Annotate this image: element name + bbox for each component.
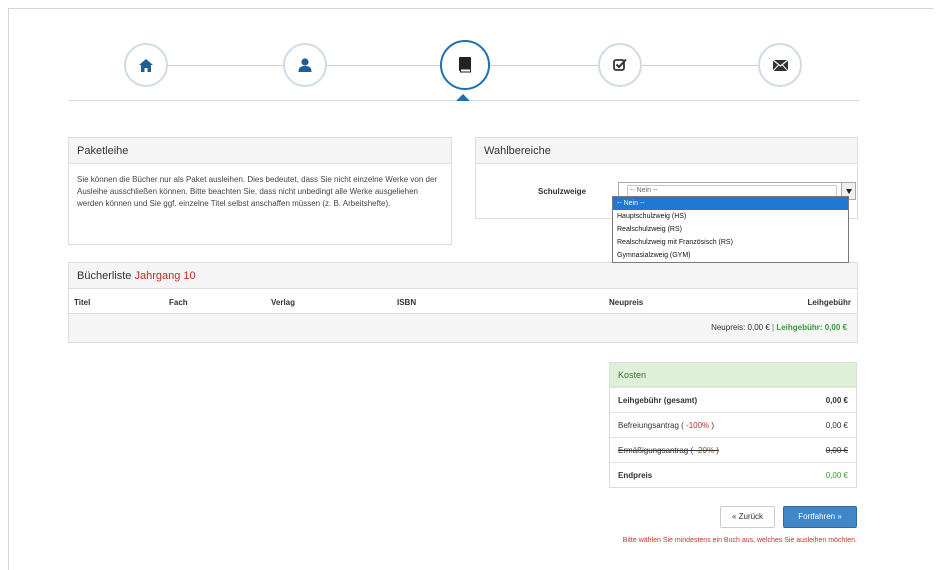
kosten-percent: -20% <box>695 445 715 455</box>
envelope-icon <box>772 59 788 71</box>
summary-leihgebuehr: Leihgebühr: 0,00 € <box>776 323 847 332</box>
summary-separator: | <box>772 323 775 332</box>
kosten-title: Kosten <box>610 363 856 387</box>
buecherliste-title: Bücherliste Jahrgang 10 <box>69 263 857 289</box>
column-neupreis: Neupreis <box>609 298 644 307</box>
buecherliste-label: Bücherliste <box>77 270 132 282</box>
chevron-down-icon <box>845 188 852 194</box>
user-icon <box>298 58 312 72</box>
jahrgang-label: Jahrgang 10 <box>134 270 196 282</box>
dropdown-option[interactable]: Realschulzweig (RS) <box>613 223 848 236</box>
home-icon <box>139 58 153 72</box>
wizard-stepper <box>68 38 860 104</box>
column-isbn: ISBN <box>397 298 417 307</box>
paketleihe-panel: Paketleihe Sie können die Bücher nur als… <box>68 137 452 245</box>
dropdown-option[interactable]: Realschulzweig mit Französisch (RS) <box>613 236 848 249</box>
schulzweige-dropdown: -- Nein -- Hauptschulzweig (HS) Realschu… <box>612 196 849 263</box>
step-books[interactable] <box>440 40 490 90</box>
kosten-value: 0,00 € <box>825 445 848 455</box>
kosten-value: 0,00 € <box>825 420 848 430</box>
kosten-label: Endpreis <box>618 470 653 480</box>
kosten-row-ermaessigung: Ermäßigungsantrag ( -20% ) 0,00 € <box>610 437 856 462</box>
book-icon <box>459 57 471 73</box>
kosten-value: 0,00 € <box>825 470 848 480</box>
back-button[interactable]: « Zurück <box>720 506 775 528</box>
kosten-label: Ermäßigungsantrag ( -20% ) <box>618 446 719 455</box>
table-summary: Neupreis: 0,00 € | Leihgebühr: 0,00 € <box>69 314 857 342</box>
kosten-label-text: ) <box>714 445 719 455</box>
buecherliste-panel: Bücherliste Jahrgang 10 Titel Fach Verla… <box>68 262 858 343</box>
step-user[interactable] <box>283 43 327 87</box>
kosten-row-leihgebuehr: Leihgebühr (gesamt) 0,00 € <box>610 387 856 412</box>
step-send[interactable] <box>758 43 802 87</box>
column-titel: Titel <box>74 298 91 307</box>
active-step-pointer <box>456 94 470 101</box>
step-check[interactable] <box>598 43 642 87</box>
checkbox-icon <box>613 58 627 71</box>
kosten-label-text: Ermäßigungsantrag ( <box>618 445 696 455</box>
summary-neupreis: Neupreis: 0,00 € <box>711 323 770 332</box>
validation-message: Bitte wählen Sie mindestens ein Buch aus… <box>622 537 857 544</box>
kosten-label: Befreiungsantrag ( -100% ) <box>618 421 714 430</box>
column-fach: Fach <box>169 298 188 307</box>
column-verlag: Verlag <box>271 298 296 307</box>
paketleihe-title: Paketleihe <box>69 138 451 164</box>
column-leihgebuehr: Leihgebühr <box>807 298 851 307</box>
wahlbereiche-title: Wahlbereiche <box>476 138 857 164</box>
kosten-percent: -100% <box>686 420 710 430</box>
kosten-label: Leihgebühr (gesamt) <box>618 395 698 405</box>
kosten-panel: Kosten Leihgebühr (gesamt) 0,00 € Befrei… <box>609 362 857 488</box>
table-header: Titel Fach Verlag ISBN Neupreis Leihgebü… <box>69 290 857 314</box>
continue-button[interactable]: Fortfahren » <box>783 506 857 528</box>
kosten-value: 0,00 € <box>825 395 848 405</box>
schulzweige-label: Schulzweige <box>538 186 587 196</box>
step-home[interactable] <box>124 43 168 87</box>
kosten-label-text: Befreiungsantrag ( <box>618 420 687 430</box>
dropdown-option[interactable]: Hauptschulzweig (HS) <box>613 210 848 223</box>
paketleihe-text: Sie können die Bücher nur als Paket ausl… <box>77 175 438 208</box>
kosten-row-befreiung: Befreiungsantrag ( -100% ) 0,00 € <box>610 412 856 437</box>
kosten-label-text: ) <box>709 420 715 430</box>
dropdown-option[interactable]: -- Nein -- <box>613 197 848 210</box>
dropdown-option[interactable]: Gymnasialzweig (GYM) <box>613 249 848 262</box>
kosten-row-endpreis: Endpreis 0,00 € <box>610 462 856 487</box>
